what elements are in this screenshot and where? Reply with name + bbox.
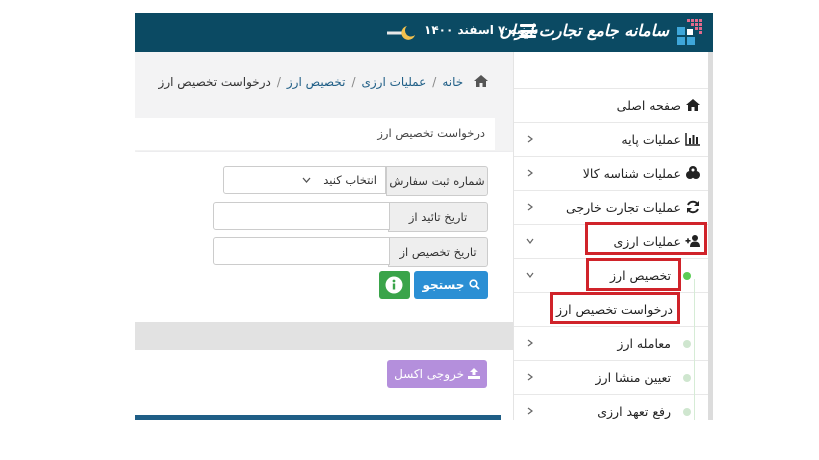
breadcrumb-home[interactable]: خانه [442,75,463,89]
search-form: شماره ثبت سفارش انتخاب کنید تاریخ تائید … [135,152,513,322]
main-content: خانه / عملیات ارزی / تخصیص ارز / درخواست تخصیص… [135,52,513,420]
active-dot-icon [683,272,691,280]
order-number-label: شماره ثبت سفارش [386,166,488,196]
highlight-box [550,292,680,324]
chevron-right-icon [527,339,533,347]
chevron-right-icon [527,135,533,143]
allocation-date-label: تاریخ تخصیص از [388,237,488,267]
sidebar-item-label: عملیات پایه [621,132,681,147]
breadcrumb: خانه / عملیات ارزی / تخصیص ارز / درخواست تخصیص… [159,74,489,89]
bar-chart-icon [685,133,700,146]
app-window: سامانه جامع تجارت ایران شنبه ۷ اسفند ۱۴۰… [135,13,713,420]
sidebar-subitem-label: رفع تعهد ارزی [597,404,671,419]
sidebar-subitem-currency-commitment[interactable]: رفع تعهد ارزی [514,394,709,420]
sidebar-subitem-label: معامله ارز [617,336,671,351]
chevron-down-icon [526,272,534,278]
dot-icon [683,340,691,348]
refresh-icon [687,200,699,214]
chevron-right-icon [527,373,533,381]
sidebar-item-basic-ops[interactable]: عملیات پایه [514,122,709,156]
sidebar-item-label: عملیات شناسه کالا [582,166,681,181]
search-button[interactable]: جستجو [414,271,488,299]
approval-date-label: تاریخ تائید از [388,202,488,232]
sidebar-item-goods-id[interactable]: عملیات شناسه کالا [514,156,709,190]
breadcrumb-allocation[interactable]: تخصیص ارز [287,75,346,89]
panel-title: درخواست تخصیص ارز [377,126,485,140]
highlight-box [585,222,707,255]
moon-icon [387,26,415,40]
chevron-right-icon [527,169,533,177]
order-number-select[interactable]: انتخاب کنید [223,166,386,194]
sidebar-item-label: صفحه اصلی [616,98,681,113]
approval-date-row: تاریخ تائید از [213,202,488,232]
results-panel: خروجی اکسل [135,350,513,420]
highlight-box [586,258,681,291]
allocation-date-row: تاریخ تخصیص از [213,237,488,267]
submenu-line [694,279,695,420]
panel-header: درخواست تخصیص ارز [135,118,495,150]
current-date: شنبه ۷ اسفند ۱۴۰۰ [424,23,539,37]
sidebar-subitem-label: تعیین منشا ارز [595,370,672,385]
sidebar-item-home[interactable]: صفحه اصلی [514,88,709,122]
chevron-down-icon [526,238,534,244]
excel-export-button[interactable]: خروجی اکسل [387,360,487,388]
logo-icon [677,19,702,45]
dot-icon [683,408,691,416]
home-icon [686,99,700,111]
sidebar-subitem-exchange-deal[interactable]: معامله ارز [514,326,709,360]
section-divider [135,322,513,350]
table-header [135,415,501,420]
breadcrumb-currency-ops[interactable]: عملیات ارزی [361,75,426,89]
search-button-label: جستجو [422,278,465,292]
top-header: سامانه جامع تجارت ایران شنبه ۷ اسفند ۱۴۰… [135,13,713,52]
info-button[interactable] [379,271,410,299]
sidebar-scrollbar[interactable] [708,52,713,420]
upload-icon [467,368,480,379]
cubes-icon [686,166,700,179]
order-number-select-value: انتخاب کنید [323,173,377,187]
approval-date-input[interactable] [213,202,390,230]
info-icon [385,276,403,294]
sidebar-item-foreign-trade[interactable]: عملیات تجارت خارجی [514,190,709,224]
chevron-right-icon [527,203,533,211]
allocation-date-input[interactable] [213,237,390,265]
search-icon [468,279,480,290]
breadcrumb-current: درخواست تخصیص ارز [158,75,271,89]
sidebar-item-label: عملیات تجارت خارجی [566,200,681,215]
breadcrumb-separator: / [432,75,437,89]
order-number-row: شماره ثبت سفارش انتخاب کنید [223,166,488,196]
sidebar-subitem-currency-origin[interactable]: تعیین منشا ارز [514,360,709,394]
chevron-down-icon [302,177,311,183]
breadcrumb-separator: / [351,75,356,89]
dot-icon [683,374,691,382]
excel-export-label: خروجی اکسل [394,367,465,381]
chevron-right-icon [527,407,533,415]
breadcrumb-separator: / [276,75,281,89]
home-icon[interactable] [473,74,489,88]
